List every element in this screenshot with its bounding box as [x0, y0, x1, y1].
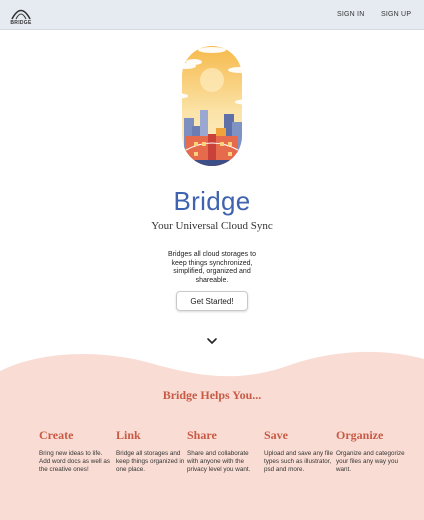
- feature-title: Organize: [336, 428, 384, 442]
- feature-save: Save Upload and save any file types such…: [264, 428, 336, 474]
- feature-title: Share: [187, 428, 217, 442]
- feature-link: Link Bridge all storages and keep things…: [116, 428, 188, 474]
- logo-text: BRIDGE: [10, 20, 32, 26]
- sign-in-link[interactable]: SIGN IN: [337, 11, 364, 18]
- feature-description: Bridge all storages and keep things orga…: [116, 450, 185, 473]
- feature-create: Create Bring new ideas to life. Add word…: [39, 428, 111, 474]
- navbar: BRIDGE SIGN IN SIGN UP: [0, 0, 424, 30]
- feature-description: Upload and save any file types such as i…: [264, 450, 333, 473]
- sign-up-link[interactable]: SIGN UP: [381, 11, 411, 18]
- feature-title: Link: [116, 428, 141, 442]
- brand-title: Bridge: [173, 186, 251, 216]
- feature-organize: Organize Organize and categorize your fi…: [336, 428, 408, 474]
- feature-title: Save: [264, 428, 288, 442]
- feature-description: Bring new ideas to life. Add word docs a…: [39, 450, 111, 473]
- features-heading: Bridge Helps You...: [162, 388, 262, 402]
- hero-description: Bridges all cloud storages to keep thing…: [168, 251, 256, 284]
- bridge-logo[interactable]: BRIDGE: [8, 4, 34, 28]
- tagline: Your Universal Cloud Sync: [151, 220, 273, 232]
- feature-description: Share and collaborate with anyone with t…: [187, 450, 251, 473]
- get-started-button[interactable]: Get Started!: [176, 291, 248, 311]
- feature-title: Create: [39, 428, 74, 442]
- bridge-logo-icon: [11, 9, 31, 20]
- feature-share: Share Share and collaborate with anyone …: [187, 428, 259, 474]
- feature-description: Organize and categorize your files any w…: [336, 450, 405, 473]
- city-skyline-illustration: [172, 46, 255, 166]
